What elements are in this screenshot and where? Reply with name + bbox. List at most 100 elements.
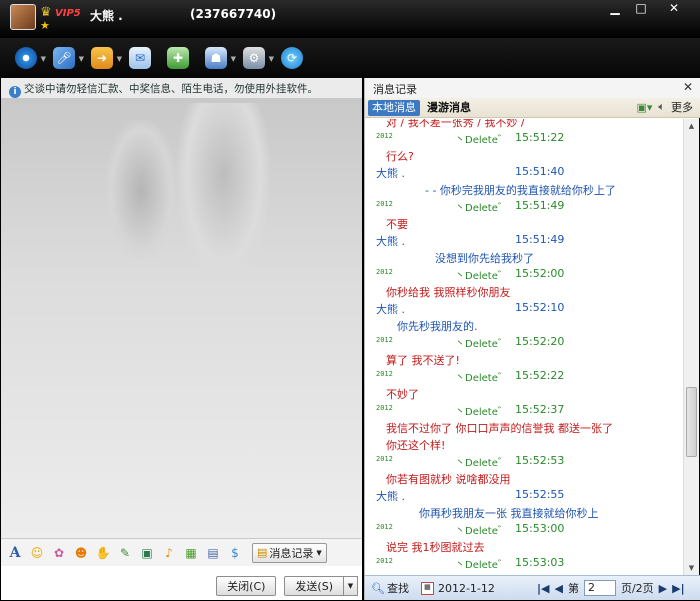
last-page-icon[interactable]: ▶| <box>672 582 684 595</box>
vip-badge[interactable]: VIP5 <box>55 8 81 19</box>
tab-roaming-messages[interactable]: 漫游消息 <box>423 100 475 116</box>
message-header: 2012 丶Delete゛ 15:52:00 <box>365 265 683 282</box>
sender-year: 2012 <box>376 200 393 208</box>
first-page-icon[interactable]: |◀ <box>537 582 549 595</box>
message-record-button[interactable]: ▤ 消息记录 ▼ <box>252 542 327 563</box>
chevron-down-icon[interactable]: ▼ <box>231 55 236 63</box>
prev-page-icon[interactable]: ◀ <box>554 582 562 595</box>
send-button[interactable]: 发送(S) <box>284 576 344 596</box>
chat-window: ♛ ★ VIP5 大熊 . (237667740) ▁ □ ✕ ▼ 🎤︎ ▼ ➜… <box>0 0 700 601</box>
page-total: 页/2页 <box>620 582 654 595</box>
sender-year: 2012 <box>376 132 393 140</box>
chevron-down-icon[interactable]: ▼ <box>269 55 274 63</box>
page-number-input[interactable]: 2 <box>583 580 616 596</box>
settings-icon: ⚙ <box>243 47 265 69</box>
message-record-label: 消息记录 <box>269 546 314 560</box>
message-text: 说完 我1秒图就过去 <box>365 537 683 554</box>
message-text: 不妙了 <box>365 384 683 401</box>
close-chat-button[interactable]: 关闭(C) <box>216 576 277 596</box>
font-button[interactable]: A <box>6 544 24 562</box>
message-history-pane: 消息记录 ✕ 本地消息 漫游消息 ▣▾ 🔈︎ 更多 对 / 我不差一张秀 / 我… <box>364 78 700 600</box>
chevron-down-icon[interactable]: ▼ <box>117 55 122 63</box>
tab-local-messages[interactable]: 本地消息 <box>368 99 420 116</box>
chat-toolbar: ▼ 🎤︎ ▼ ➜ ▼ ✉ ✚ ☗ ▼ ⚙ ▼ ⟳ <box>0 38 700 78</box>
sender-name: 丶Delete゛ <box>455 407 508 418</box>
magic-emoticon-icon[interactable]: ✿ <box>50 544 68 562</box>
security-notice: i 交谈中请勿轻信汇款、中奖信息、陌生电话，勿使用外挂软件。 <box>1 78 362 98</box>
find-button[interactable]: 🔍︎ 查找 <box>371 580 409 596</box>
message-body: 不妙了 <box>386 388 419 401</box>
message-body: 你若有图就秒 说啥都没用 <box>386 473 511 486</box>
file-transfer-button[interactable]: ➜ ▼ <box>86 44 122 72</box>
message-header: 2012 丶Delete゛ 15:52:53 <box>365 452 683 469</box>
remote-assist-icon: ☗ <box>205 47 227 69</box>
more-icon[interactable]: ▤ <box>204 544 222 562</box>
chat-pane: i 交谈中请勿轻信汇款、中奖信息、陌生电话，勿使用外挂软件。 A ☺ ✿ ☻ ✋ … <box>1 78 362 600</box>
video-call-button[interactable]: ▼ <box>10 44 46 72</box>
music-icon[interactable]: ♪ <box>160 544 178 562</box>
message-body: 行么? <box>386 150 414 163</box>
message-time: 15:52:22 <box>515 369 565 382</box>
title-bar[interactable]: ♛ ★ VIP5 大熊 . (237667740) ▁ □ ✕ <box>0 0 700 38</box>
share-icon: ⟳ <box>281 47 303 69</box>
view-icon[interactable]: ▣▾ <box>636 101 652 114</box>
message-body: - - 你秒完我朋友的我直接就给你秒上了 <box>425 184 616 197</box>
email-icon: ✉ <box>129 47 151 69</box>
gift-icon[interactable]: ✋ <box>94 544 112 562</box>
avatar[interactable] <box>10 4 36 30</box>
message-header: 2012 丶Delete゛ 15:52:22 <box>365 367 683 384</box>
close-window-button[interactable]: ✕ <box>654 0 694 18</box>
app-button[interactable]: ✚ <box>162 44 194 72</box>
screenshot-icon[interactable]: ✎ <box>116 544 134 562</box>
chevron-down-icon[interactable]: ▼ <box>79 55 84 63</box>
share-button[interactable]: ⟳ <box>276 44 308 72</box>
contact-nickname: 大熊 . <box>90 9 123 23</box>
send-group: 发送(S) ▼ <box>284 576 358 596</box>
message-text: 你秒给我 我照样秒你朋友 <box>365 282 683 299</box>
scrollbar[interactable]: ▲ ▼ <box>683 119 699 575</box>
message-text: 没想到你先给我秒了 <box>365 248 683 265</box>
history-icon: ▤ <box>257 546 268 559</box>
date-picker[interactable]: ▦ 2012-1-12 <box>420 581 495 595</box>
settings-button[interactable]: ⚙ ▼ <box>238 44 274 72</box>
send-options-icon[interactable]: ▼ <box>344 576 358 596</box>
scroll-thumb[interactable] <box>686 387 697 457</box>
sender-year: 2012 <box>376 523 393 531</box>
message-header: 大熊 . 15:52:10 <box>365 299 683 316</box>
close-icon[interactable]: ✕ <box>683 80 693 94</box>
video-call-icon <box>15 47 37 69</box>
message-body: 你先秒我朋友的. <box>397 320 478 333</box>
sender-name: 大熊 . <box>376 303 405 316</box>
emoji-icon[interactable]: ☺ <box>28 544 46 562</box>
doodle-icon[interactable]: ▦ <box>182 544 200 562</box>
message-body: 你秒给我 我照样秒你朋友 <box>386 286 511 299</box>
message-text: - - 你秒完我朋友的我直接就给你秒上了 <box>365 180 683 197</box>
message-list-content: 对 / 我不差一张秀 / 我不妙 / 2012 丶Delete゛ 15:51:22 行么… <box>365 119 683 571</box>
scroll-up-icon[interactable]: ▲ <box>684 119 699 133</box>
message-header: 2012 丶Delete゛ 15:52:37 <box>365 401 683 418</box>
sender-name: 丶Delete゛ <box>455 560 508 571</box>
email-button[interactable]: ✉ <box>124 44 156 72</box>
image-icon[interactable]: ▣ <box>138 544 156 562</box>
pager: |◀ ◀ 第 2 页/2页 ▶ ▶| <box>537 580 685 596</box>
message-time: 15:52:37 <box>515 403 565 416</box>
speaker-icon[interactable]: 🔈︎ <box>658 100 665 114</box>
remote-assist-button[interactable]: ☗ ▼ <box>200 44 236 72</box>
voice-call-button[interactable]: 🎤︎ ▼ <box>48 44 84 72</box>
chevron-down-icon[interactable]: ▼ <box>41 55 46 63</box>
contact-qq-number: (237667740) <box>190 7 277 21</box>
minimize-button[interactable]: ▁ <box>602 0 628 18</box>
quick-reply-icon[interactable]: $ <box>226 544 244 562</box>
scroll-down-icon[interactable]: ▼ <box>684 561 699 575</box>
message-body: 没想到你先给我秒了 <box>435 252 534 265</box>
sender-name: 大熊 . <box>376 490 405 503</box>
more-button[interactable]: 更多 <box>671 99 693 115</box>
nudge-icon[interactable]: ☻ <box>72 544 90 562</box>
maximize-button[interactable]: □ <box>628 0 654 18</box>
message-text: 不要 <box>365 214 683 231</box>
file-transfer-icon: ➜ <box>91 47 113 69</box>
sender-year: 2012 <box>376 336 393 344</box>
message-body: 说完 我1秒图就过去 <box>386 541 485 554</box>
message-text: 你再秒我朋友一张 我直接就给你秒上 <box>365 503 683 520</box>
next-page-icon[interactable]: ▶ <box>659 582 667 595</box>
